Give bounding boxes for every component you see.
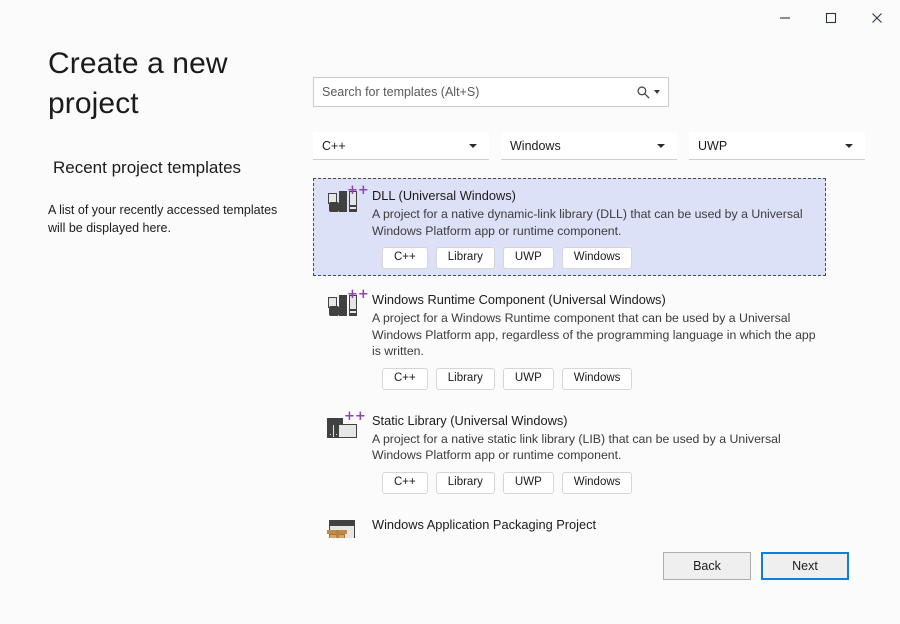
template-tag: C++ [382, 247, 428, 269]
template-tag: Windows [562, 368, 633, 390]
chevron-down-icon [657, 144, 665, 148]
back-button[interactable]: Back [663, 552, 751, 580]
template-item-tags: C++ Library UWP Windows [372, 472, 824, 494]
static-library-cpp-icon: ++ [326, 414, 362, 448]
template-list-item[interactable]: Windows Application Packaging Project A … [313, 507, 900, 539]
dialog-footer: Back Next [313, 552, 900, 612]
left-pane: Create a new project Recent project temp… [0, 36, 313, 624]
dll-cpp-icon: ++ [326, 189, 362, 223]
template-item-name: Windows Runtime Component (Universal Win… [372, 291, 824, 308]
filter-platform[interactable]: Windows [501, 132, 677, 160]
chevron-down-icon [469, 144, 477, 148]
template-item-body: Static Library (Universal Windows) A pro… [372, 412, 824, 494]
template-tag: Windows [562, 472, 633, 494]
search-icon [636, 85, 651, 100]
recent-templates-empty-text: A list of your recently accessed templat… [48, 201, 298, 237]
chevron-down-icon [845, 144, 853, 148]
right-pane: Clear all C++ Windows UWP ++ [313, 36, 900, 624]
template-list[interactable]: ++ DLL (Universal Windows) A project for… [313, 178, 900, 538]
template-item-body: Windows Runtime Component (Universal Win… [372, 291, 824, 390]
next-button[interactable]: Next [761, 552, 849, 580]
filter-row: C++ Windows UWP [313, 132, 900, 160]
template-item-tags: C++ Library UWP Windows [372, 247, 824, 269]
template-item-name: DLL (Universal Windows) [372, 187, 824, 204]
template-tag: C++ [382, 472, 428, 494]
template-tag: Library [436, 472, 495, 494]
template-tag: UWP [503, 247, 554, 269]
template-tag: C++ [382, 368, 428, 390]
minimize-icon [779, 12, 791, 24]
search-box[interactable] [313, 77, 669, 107]
template-item-description: A project for a native dynamic-link libr… [372, 206, 824, 239]
template-tag: Library [436, 368, 495, 390]
search-input[interactable] [320, 77, 628, 107]
filter-platform-value: Windows [510, 139, 657, 153]
template-tag: UWP [503, 472, 554, 494]
template-item-description: A project for a native static link libra… [372, 431, 824, 464]
template-item-description: A project for a Windows Runtime componen… [372, 310, 824, 360]
template-list-item[interactable]: ++ Windows Runtime Component (Universal … [313, 282, 900, 397]
close-button[interactable] [854, 0, 900, 36]
template-tag: UWP [503, 368, 554, 390]
close-icon [871, 12, 883, 24]
template-list-item[interactable]: ++ Static Library (Universal Windows) A … [313, 403, 900, 501]
filter-language[interactable]: C++ [313, 132, 489, 160]
template-item-tags: C++ Library UWP Windows [372, 368, 824, 390]
template-list-item[interactable]: ++ DLL (Universal Windows) A project for… [313, 178, 826, 276]
filter-project-type-value: UWP [698, 139, 845, 153]
title-bar [0, 0, 900, 36]
maximize-button[interactable] [808, 0, 854, 36]
filter-project-type[interactable]: UWP [689, 132, 865, 160]
recent-templates-heading: Recent project templates [53, 158, 241, 178]
template-item-body: DLL (Universal Windows) A project for a … [372, 187, 824, 269]
minimize-button[interactable] [762, 0, 808, 36]
filter-language-value: C++ [322, 139, 469, 153]
search-icon-button[interactable] [628, 78, 668, 106]
template-item-name: Windows Application Packaging Project [372, 516, 824, 533]
template-tag: Windows [562, 247, 633, 269]
page-title: Create a new project [48, 44, 298, 124]
template-item-body: Windows Application Packaging Project A … [372, 516, 824, 539]
template-item-description: A project that creates MSIX packages con… [372, 535, 824, 539]
maximize-icon [825, 12, 837, 24]
chevron-down-icon [654, 90, 660, 94]
search-row: Clear all [313, 77, 900, 109]
packaging-project-icon [326, 518, 362, 539]
winrt-component-cpp-icon: ++ [326, 293, 362, 327]
template-tag: Library [436, 247, 495, 269]
template-item-name: Static Library (Universal Windows) [372, 412, 824, 429]
